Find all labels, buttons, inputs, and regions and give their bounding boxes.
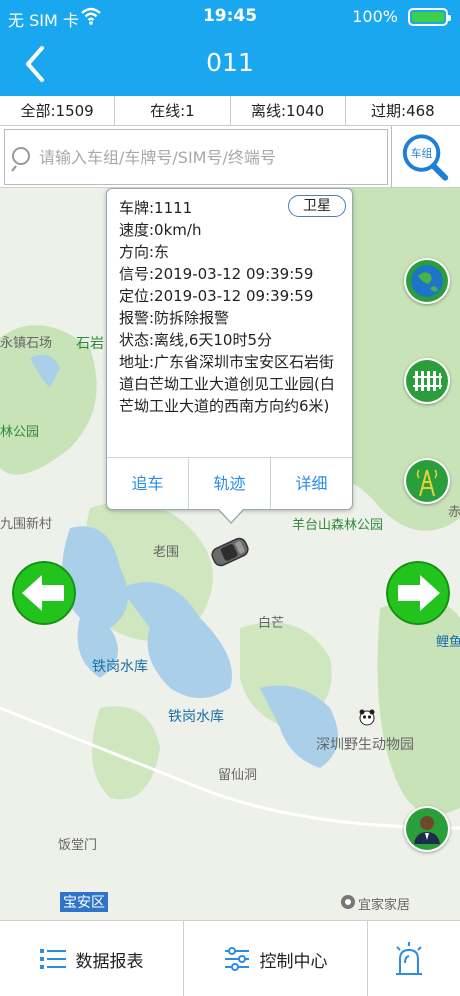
- signal-tower-icon[interactable]: [404, 458, 450, 504]
- vehicle-group-icon-text: 车组: [411, 146, 433, 160]
- ikea-poi-icon: [341, 895, 355, 909]
- popup-actions: 追车 轨迹 详细: [107, 457, 352, 509]
- tab-data-report[interactable]: 数据报表: [0, 921, 184, 996]
- sliders-icon: [224, 947, 249, 971]
- count-online[interactable]: 在线:1: [115, 96, 231, 125]
- popup-state: 状态:离线,6天10时5分: [119, 331, 272, 349]
- map-label-chi: 赤: [448, 505, 460, 520]
- popup-details: 车牌:1111 速度:0km/h 方向:东 信号:2019-03-12 09:3…: [119, 197, 347, 417]
- map-label-ikea: 宜家家居: [358, 898, 411, 913]
- top-bar: 无 SIM 卡 19:45 100% 011: [0, 0, 460, 96]
- popup-address: 地址:广东省深圳市宝安区石岩街道白芒坳工业大道创见工业园(白芒坳工业大道的西南方…: [119, 353, 335, 415]
- popup-direction: 方向:东: [119, 243, 170, 261]
- map-label-laowei: 老围: [153, 545, 180, 560]
- battery-icon: [408, 8, 451, 26]
- tab-alarm[interactable]: [368, 921, 460, 996]
- map-label-baimang: 白芒: [258, 616, 285, 631]
- popup-position-time: 定位:2019-03-12 09:39:59: [119, 287, 314, 305]
- popup-speed: 速度:0km/h: [119, 221, 202, 239]
- tab-data-report-label: 数据报表: [75, 951, 144, 972]
- alarm-light-icon: [396, 942, 422, 975]
- bottom-tab-bar: 数据报表 控制中心: [0, 920, 460, 996]
- count-all[interactable]: 全部:1509: [0, 96, 116, 125]
- previous-vehicle-arrow-icon[interactable]: [12, 561, 76, 625]
- search-input[interactable]: [39, 140, 379, 174]
- search-bar: 车组: [0, 126, 460, 188]
- detail-button[interactable]: 详细: [271, 458, 352, 509]
- battery-percent: 100%: [352, 7, 398, 26]
- tab-control-center[interactable]: 控制中心: [184, 921, 368, 996]
- search-box: [4, 129, 388, 185]
- count-expired[interactable]: 过期:468: [346, 96, 460, 125]
- user-avatar-icon[interactable]: [404, 806, 450, 852]
- map-label-jiuwei: 九围新村: [0, 517, 53, 532]
- popup-plate: 车牌:1111: [119, 199, 193, 217]
- map-view[interactable]: 永镇石场 石岩 林公园 九围新村 老围 羊台山森林公园 白芒 铁岗水库 铁岗水库…: [0, 188, 460, 920]
- popup-signal-time: 信号:2019-03-12 09:39:59: [119, 265, 314, 283]
- popup-alarm: 报警:防拆除报警: [119, 309, 230, 327]
- popup-tail: [219, 509, 243, 522]
- search-icon: [11, 147, 30, 172]
- track-button[interactable]: 追车: [107, 458, 189, 509]
- page-title: 011: [206, 48, 254, 77]
- map-label-yongjing: 永镇石场: [0, 336, 53, 351]
- vehicle-group-search-button[interactable]: 车组: [391, 126, 460, 188]
- next-vehicle-arrow-icon[interactable]: [386, 561, 450, 625]
- map-label-lin-park: 林公园: [0, 425, 40, 440]
- trail-button[interactable]: 轨迹: [189, 458, 271, 509]
- fence-icon[interactable]: [404, 358, 450, 404]
- map-label-yangtai: 羊台山森林公园: [292, 518, 384, 533]
- map-label-yantang: 饭堂门: [58, 838, 98, 853]
- map-label-tiegang-1: 铁岗水库: [92, 659, 148, 675]
- map-label-baoan: 宝安区: [60, 892, 108, 912]
- panda-icon: [359, 709, 375, 726]
- globe-icon[interactable]: [404, 258, 450, 304]
- list-icon: [39, 949, 66, 969]
- vehicle-counts-bar: 全部:1509 在线:1 离线:1040 过期:468: [0, 96, 460, 126]
- map-label-li: 鲤鱼: [436, 635, 460, 650]
- count-offline[interactable]: 离线:1040: [231, 96, 346, 125]
- tab-control-center-label: 控制中心: [259, 951, 328, 972]
- map-label-liuxian: 留仙洞: [218, 768, 258, 783]
- map-label-tiegang-2: 铁岗水库: [168, 709, 224, 725]
- status-bar: 无 SIM 卡 19:45 100%: [0, 0, 460, 34]
- map-label-zoo: 深圳野生动物园: [316, 737, 414, 753]
- map-label-shiyan: 石岩: [76, 336, 104, 352]
- vehicle-info-popup: 卫星 车牌:1111 速度:0km/h 方向:东 信号:2019-03-12 0…: [106, 188, 353, 524]
- vehicle-car-icon[interactable]: [206, 534, 254, 570]
